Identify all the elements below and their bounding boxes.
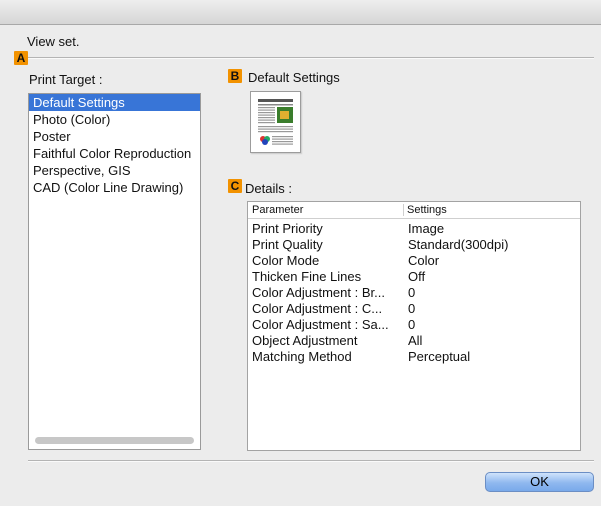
print-target-list[interactable]: Default Settings Photo (Color) Poster Faith…: [28, 93, 201, 450]
parameter-cell: Thicken Fine Lines: [252, 269, 362, 284]
document-preview-icon: [258, 99, 293, 145]
header-divider: [28, 57, 594, 59]
setting-cell: 0: [408, 317, 416, 332]
table-row[interactable]: Print Priority Image: [248, 221, 580, 237]
table-row[interactable]: Color Mode Color: [248, 253, 580, 269]
details-table[interactable]: Parameter Settings Print Priority Image Pr…: [247, 201, 581, 451]
table-row[interactable]: Color Adjustment : Sa... 0: [248, 317, 580, 333]
print-target-item[interactable]: CAD (Color Line Drawing): [29, 179, 200, 196]
setting-cell: Image: [408, 221, 445, 236]
print-target-item[interactable]: Photo (Color): [29, 111, 200, 128]
setting-cell: Color: [408, 253, 440, 268]
table-row[interactable]: Color Adjustment : C... 0: [248, 301, 580, 317]
marker-a: A: [14, 51, 28, 65]
column-divider: [403, 204, 404, 216]
setting-cell: 0: [408, 301, 416, 316]
setting-cell: Perceptual: [408, 349, 471, 364]
print-target-item[interactable]: Default Settings: [29, 94, 200, 111]
setting-cell: All: [408, 333, 423, 348]
parameter-cell: Matching Method: [252, 349, 352, 364]
parameter-cell: Color Adjustment : Sa...: [252, 317, 389, 332]
dialog-header: View set.: [27, 34, 80, 49]
setting-cell: Off: [408, 269, 426, 284]
setting-cell: 0: [408, 285, 416, 300]
marker-c: C: [228, 179, 242, 193]
table-row[interactable]: Object Adjustment All: [248, 333, 580, 349]
print-target-item[interactable]: Faithful Color Reproduction: [29, 145, 200, 162]
parameter-cell: Color Adjustment : Br...: [252, 285, 385, 300]
column-header-settings[interactable]: Settings: [407, 202, 447, 218]
column-header-parameter[interactable]: Parameter: [252, 202, 303, 218]
preview-label: Default Settings: [248, 70, 340, 85]
print-target-item[interactable]: Perspective, GIS: [29, 162, 200, 179]
print-target-item[interactable]: Poster: [29, 128, 200, 145]
marker-b: B: [228, 69, 242, 83]
table-header: Parameter Settings: [248, 202, 580, 219]
parameter-cell: Object Adjustment: [252, 333, 358, 348]
parameter-cell: Color Mode: [252, 253, 320, 268]
window-titlebar[interactable]: [0, 0, 601, 25]
parameter-cell: Print Priority: [252, 221, 323, 236]
column-divider: [580, 204, 581, 216]
table-row[interactable]: Thicken Fine Lines Off: [248, 269, 580, 285]
parameter-cell: Color Adjustment : C...: [252, 301, 383, 316]
details-label: Details :: [245, 181, 292, 196]
setting-cell: Standard(300dpi): [408, 237, 509, 252]
ok-button[interactable]: OK: [485, 472, 594, 492]
horizontal-scrollbar[interactable]: [35, 437, 194, 444]
table-row[interactable]: Matching Method Perceptual: [248, 349, 580, 365]
table-row[interactable]: Print Quality Standard(300dpi): [248, 237, 580, 253]
parameter-cell: Print Quality: [252, 237, 323, 252]
table-row[interactable]: Color Adjustment : Br... 0: [248, 285, 580, 301]
footer-divider: [28, 460, 594, 462]
preview-thumbnail: [250, 91, 301, 153]
print-target-label: Print Target :: [29, 72, 103, 87]
